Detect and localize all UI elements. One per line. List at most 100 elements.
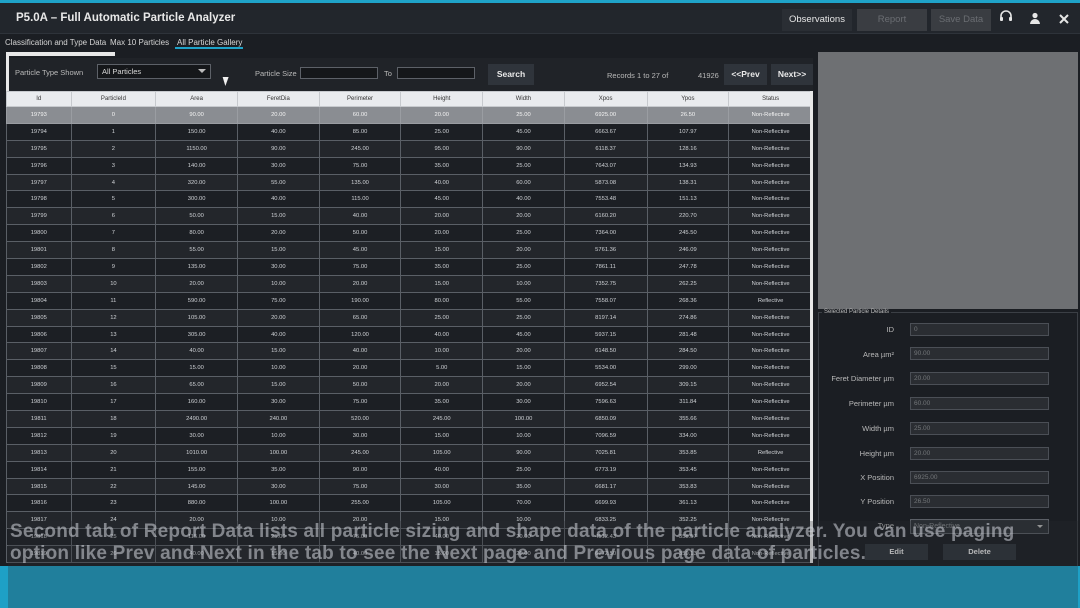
table-row[interactable]: 19797 4 320.00 55.00 135.00 40.00 60.00 5873.08… bbox=[6, 173, 813, 192]
table-row[interactable]: 19801 8 55.00 15.00 45.00 15.00 20.00 5761.36 24… bbox=[6, 241, 813, 260]
tab-all-particle-gallery[interactable]: All Particle Gallery bbox=[177, 38, 242, 47]
table-cell: 353.85 bbox=[646, 443, 730, 462]
table-cell: 135.00 bbox=[155, 258, 238, 276]
table-cell: 7352.75 bbox=[563, 274, 648, 293]
column-header[interactable]: Ypos bbox=[646, 91, 730, 107]
table-cell: 30.00 bbox=[318, 426, 402, 445]
search-button[interactable]: Search bbox=[488, 64, 534, 85]
tab-classification[interactable]: Classification and Type Data bbox=[5, 38, 106, 47]
table-row[interactable]: 19810 17 160.00 30.00 75.00 35.00 30.00 7596.63… bbox=[6, 393, 813, 412]
table-row[interactable]: 19809 16 65.00 15.00 50.00 20.00 20.00 6952.54 3… bbox=[6, 376, 813, 395]
column-header[interactable]: Xpos bbox=[563, 91, 648, 107]
table-cell: Non-Reflective bbox=[728, 477, 813, 496]
detail-perimeter-label: Perimeter µm bbox=[848, 399, 894, 408]
table-cell: 75.00 bbox=[236, 291, 320, 310]
table-cell: 284.50 bbox=[646, 342, 730, 361]
close-icon[interactable] bbox=[1053, 9, 1075, 31]
column-header[interactable]: Status bbox=[728, 91, 813, 107]
table-row[interactable]: 19811 18 2490.00 240.00 520.00 245.00 100.00 68… bbox=[6, 410, 813, 428]
table-row[interactable]: 19798 5 300.00 40.00 115.00 45.00 40.00 7553.48… bbox=[6, 190, 813, 209]
table-cell: 70.00 bbox=[482, 494, 565, 513]
column-header[interactable]: Perimeter bbox=[318, 91, 402, 107]
save-data-button[interactable]: Save Data bbox=[931, 9, 991, 31]
detail-xpos-field[interactable]: 6925.00 bbox=[910, 471, 1049, 484]
table-row[interactable]: 19806 13 305.00 40.00 120.00 40.00 45.00 5937.1… bbox=[6, 325, 813, 344]
table-row[interactable]: 19808 15 15.00 10.00 20.00 5.00 15.00 5534.00 29… bbox=[6, 359, 813, 378]
table-cell: Non-Reflective bbox=[728, 359, 813, 378]
table-cell: 353.83 bbox=[646, 477, 730, 496]
report-button[interactable]: Report bbox=[857, 9, 927, 31]
particle-size-to-input[interactable] bbox=[397, 67, 475, 79]
tab-max-10[interactable]: Max 10 Particles bbox=[110, 38, 169, 47]
table-cell: 30.00 bbox=[482, 393, 565, 412]
table-row[interactable]: 19802 9 135.00 30.00 75.00 35.00 25.00 7861.11 2… bbox=[6, 258, 813, 276]
table-cell: 20.00 bbox=[236, 308, 320, 327]
table-row[interactable]: 19804 11 590.00 75.00 190.00 80.00 55.00 7558.0… bbox=[6, 291, 813, 310]
table-row[interactable]: 19799 6 50.00 15.00 40.00 20.00 20.00 6160.20 22… bbox=[6, 207, 813, 226]
table-cell: 21 bbox=[70, 460, 157, 479]
table-cell: Reflective bbox=[728, 291, 813, 310]
table-row[interactable]: 19812 19 30.00 10.00 30.00 15.00 10.00 7096.59 3… bbox=[6, 426, 813, 445]
observations-button[interactable]: Observations bbox=[782, 9, 852, 31]
table-cell: 20.00 bbox=[482, 207, 565, 226]
headset-icon[interactable] bbox=[995, 9, 1017, 31]
column-header[interactable]: Width bbox=[482, 91, 565, 107]
particle-size-from-input[interactable] bbox=[300, 67, 378, 79]
table-cell: 15.00 bbox=[400, 241, 484, 260]
column-header[interactable]: FeretDia bbox=[236, 91, 320, 107]
table-cell: 361.13 bbox=[646, 494, 730, 513]
detail-area-field[interactable]: 90.00 bbox=[910, 347, 1049, 360]
column-header[interactable]: ParticleId bbox=[70, 91, 157, 107]
table-cell: 22 bbox=[70, 477, 157, 496]
table-cell: 320.00 bbox=[155, 173, 238, 192]
next-button[interactable]: Next>> bbox=[771, 64, 813, 85]
table-cell: 160.00 bbox=[155, 393, 238, 412]
table-cell: 19816 bbox=[6, 494, 72, 513]
table-row[interactable]: 19793 0 90.00 20.00 60.00 20.00 25.00 6925.00 26… bbox=[6, 106, 813, 124]
table-row[interactable]: 19795 2 1150.00 90.00 245.00 95.00 90.00 6118.3… bbox=[6, 139, 813, 158]
title-bar: P5.0A – Full Automatic Particle Analyzer… bbox=[0, 3, 1080, 34]
user-icon[interactable] bbox=[1024, 9, 1046, 31]
table-row[interactable]: 19816 23 880.00 100.00 255.00 105.00 70.00 6699… bbox=[6, 494, 813, 513]
table-cell: 15 bbox=[70, 359, 157, 378]
table-cell: 6925.00 bbox=[563, 106, 648, 124]
detail-perimeter-field[interactable]: 60.00 bbox=[910, 397, 1049, 410]
table-cell: 10.00 bbox=[236, 274, 320, 293]
detail-id-field[interactable]: 0 bbox=[910, 323, 1049, 336]
table-cell: 75.00 bbox=[318, 477, 402, 496]
column-header[interactable]: Id bbox=[6, 91, 72, 107]
table-cell: 19809 bbox=[6, 376, 72, 395]
table-row[interactable]: 19794 1 150.00 40.00 85.00 25.00 45.00 6663.67 1… bbox=[6, 122, 813, 141]
column-header[interactable]: Height bbox=[400, 91, 484, 107]
table-cell: 40.00 bbox=[400, 325, 484, 344]
table-cell: 19806 bbox=[6, 325, 72, 344]
table-row[interactable]: 19800 7 80.00 20.00 50.00 20.00 25.00 7364.00 24… bbox=[6, 224, 813, 243]
table-row[interactable]: 19805 12 105.00 20.00 65.00 25.00 25.00 8197.14… bbox=[6, 308, 813, 327]
table-row[interactable]: 19807 14 40.00 15.00 40.00 10.00 20.00 6148.50 2… bbox=[6, 342, 813, 361]
table-cell: 20.00 bbox=[400, 106, 484, 124]
table-row[interactable]: 19813 20 1010.00 100.00 245.00 105.00 90.00 702… bbox=[6, 443, 813, 462]
detail-height-field[interactable]: 20.00 bbox=[910, 447, 1049, 460]
particle-type-select[interactable]: All Particles bbox=[97, 64, 211, 79]
table-cell: 19810 bbox=[6, 393, 72, 412]
table-cell: 520.00 bbox=[318, 410, 402, 428]
table-cell: 35.00 bbox=[400, 156, 484, 175]
detail-ypos-field[interactable]: 26.50 bbox=[910, 495, 1049, 508]
table-cell: 5761.36 bbox=[563, 241, 648, 260]
prev-button[interactable]: <<Prev bbox=[724, 64, 767, 85]
table-cell: Non-Reflective bbox=[728, 308, 813, 327]
column-header[interactable]: Area bbox=[155, 91, 238, 107]
table-cell: 590.00 bbox=[155, 291, 238, 310]
table-cell: 245.50 bbox=[646, 224, 730, 243]
table-row[interactable]: 19814 21 155.00 35.00 90.00 40.00 25.00 6773.19… bbox=[6, 460, 813, 479]
table-cell: 20.00 bbox=[400, 207, 484, 226]
table-cell: 1150.00 bbox=[155, 139, 238, 158]
table-cell: Non-Reflective bbox=[728, 207, 813, 226]
table-cell: 25.00 bbox=[400, 308, 484, 327]
table-row[interactable]: 19815 22 145.00 30.00 75.00 30.00 35.00 6681.17… bbox=[6, 477, 813, 496]
detail-width-field[interactable]: 25.00 bbox=[910, 422, 1049, 435]
table-cell: 309.15 bbox=[646, 376, 730, 395]
detail-feret-field[interactable]: 20.00 bbox=[910, 372, 1049, 385]
table-row[interactable]: 19803 10 20.00 10.00 20.00 15.00 10.00 7352.75 2… bbox=[6, 274, 813, 293]
table-row[interactable]: 19796 3 140.00 30.00 75.00 35.00 25.00 7643.07 1… bbox=[6, 156, 813, 175]
